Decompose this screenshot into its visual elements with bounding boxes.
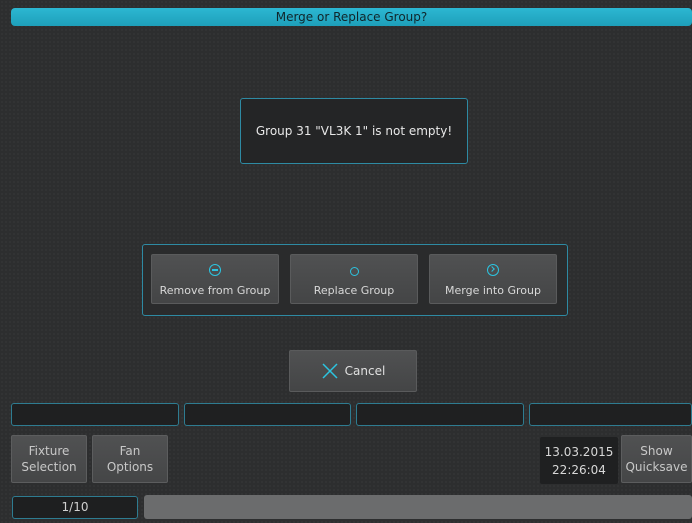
merge-into-group-button[interactable]: Merge into Group <box>429 254 557 304</box>
message-box: Group 31 "VL3K 1" is not empty! <box>240 98 468 164</box>
clock-date: 13.03.2015 <box>544 444 614 459</box>
executor-slot-2[interactable] <box>184 403 351 426</box>
replace-group-button[interactable]: Replace Group <box>290 254 418 304</box>
executor-slot-3[interactable] <box>356 403 524 426</box>
fan-options-button[interactable]: Fan Options <box>92 435 168 483</box>
show-quicksave-line2: Quicksave <box>625 460 688 474</box>
fan-options-line1: Fan <box>119 444 141 458</box>
cancel-label: Cancel <box>344 364 386 378</box>
replace-group-label: Replace Group <box>313 284 395 297</box>
show-quicksave-button[interactable]: Show Quicksave <box>621 435 692 483</box>
clock-display: 13.03.2015 22:26:04 <box>540 437 618 484</box>
command-line[interactable] <box>144 495 692 519</box>
cancel-button[interactable]: Cancel <box>289 350 417 392</box>
fixture-selection-line1: Fixture <box>28 444 70 458</box>
fixture-selection-line2: Selection <box>21 460 77 474</box>
action-panel: Remove from Group Replace Group Merge in… <box>142 244 568 316</box>
executor-slot-4[interactable] <box>529 403 692 426</box>
remove-icon <box>209 264 221 276</box>
dialog-title: Merge or Replace Group? <box>11 8 692 26</box>
merge-into-group-label: Merge into Group <box>445 284 541 297</box>
clock-time: 22:26:04 <box>552 462 606 477</box>
executor-slot-1[interactable] <box>11 403 179 426</box>
close-icon <box>322 363 338 379</box>
message-text: Group 31 "VL3K 1" is not empty! <box>255 124 453 138</box>
fan-options-line2: Options <box>106 460 154 474</box>
show-quicksave-line1: Show <box>640 444 673 458</box>
remove-from-group-label: Remove from Group <box>159 284 271 297</box>
fixture-selection-button[interactable]: Fixture Selection <box>11 435 87 483</box>
page-indicator[interactable]: 1/10 <box>12 496 138 519</box>
replace-icon <box>349 267 359 276</box>
merge-icon <box>487 264 499 276</box>
remove-from-group-button[interactable]: Remove from Group <box>151 254 279 304</box>
